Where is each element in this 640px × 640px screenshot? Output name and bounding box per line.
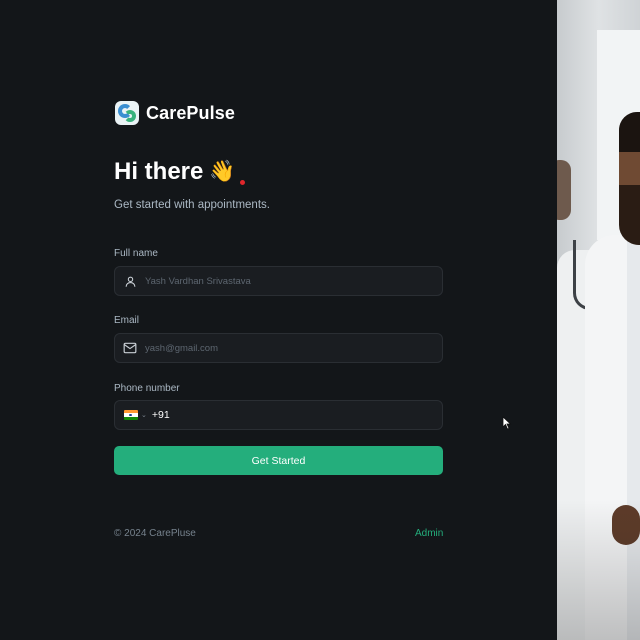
doctor-photo — [557, 0, 640, 640]
phone-field[interactable]: ⌄ +91 — [114, 400, 443, 430]
wave-icon: 👋 — [209, 160, 236, 183]
phone-value[interactable]: +91 — [152, 409, 170, 421]
full-name-label: Full name — [114, 248, 158, 259]
brand-name: CarePulse — [146, 102, 235, 123]
email-placeholder: yash@gmail.com — [145, 342, 218, 354]
get-started-button[interactable]: Get Started — [114, 446, 443, 475]
phone-label: Phone number — [114, 383, 180, 394]
admin-link[interactable]: Admin — [415, 528, 443, 539]
user-icon — [123, 274, 137, 288]
mouse-cursor-icon — [502, 416, 512, 430]
brand-logo: CarePulse — [115, 101, 235, 125]
red-dot-decoration — [240, 180, 245, 185]
email-field[interactable]: yash@gmail.com — [114, 333, 443, 363]
page-subtitle: Get started with appointments. — [114, 199, 270, 211]
page-title: Hi there 👋 — [114, 158, 236, 186]
email-label: Email — [114, 315, 140, 326]
onboarding-panel: CarePulse Hi there 👋 Get started with ap… — [0, 0, 557, 640]
chevron-down-icon[interactable]: ⌄ — [141, 411, 147, 419]
full-name-field[interactable]: Yash Vardhan Srivastava — [114, 266, 443, 296]
full-name-placeholder: Yash Vardhan Srivastava — [145, 275, 251, 287]
mail-icon — [123, 341, 137, 355]
copyright-text: © 2024 CarePluse — [114, 528, 196, 539]
greeting-text: Hi there — [114, 158, 204, 185]
india-flag-icon[interactable] — [124, 410, 138, 420]
carepulse-logo-icon — [115, 101, 139, 125]
